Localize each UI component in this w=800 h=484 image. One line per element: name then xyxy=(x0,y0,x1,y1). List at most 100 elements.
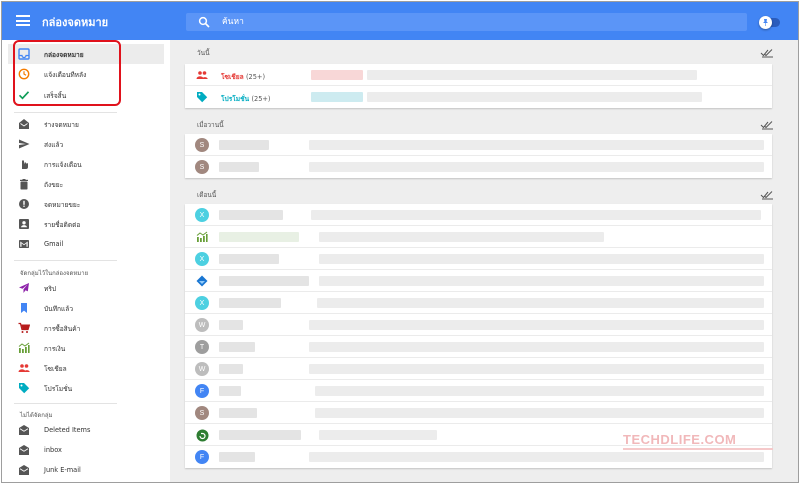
today-card: โซเชียล (25+) โปรโมชั่น (25+) xyxy=(185,64,772,108)
redacted-preview xyxy=(311,210,761,220)
bundle-label: โซเชียล xyxy=(221,73,244,81)
trash-icon xyxy=(18,178,30,190)
nav-item-gmail[interactable]: Gmail xyxy=(8,234,164,254)
nav-item-snoozed[interactable]: แจ้งเตือนทีหลัง xyxy=(8,64,164,84)
redacted-preview xyxy=(309,140,764,150)
sender-avatar: T xyxy=(195,340,209,354)
redacted-preview xyxy=(315,408,764,418)
section-heading-this-month: เดือนนี้ xyxy=(197,191,217,199)
nav-item-trash[interactable]: ถังขยะ xyxy=(8,174,164,194)
inbox-list: วันนี้ โซเชียล (25+) โปรโมชั่น (25+) เมื… xyxy=(170,40,798,482)
mail-row[interactable] xyxy=(185,226,772,248)
redacted-sender xyxy=(219,430,301,440)
mail-row[interactable] xyxy=(185,270,772,292)
redacted-sender xyxy=(311,92,363,102)
nav-item-deleted-items[interactable]: Deleted Items xyxy=(8,420,164,440)
bundles-heading: จัดกลุ่มไว้ในกล่องจดหมาย xyxy=(20,270,89,277)
mail-row[interactable]: S xyxy=(185,402,772,424)
redacted-sender xyxy=(219,408,257,418)
mail-row[interactable]: W xyxy=(185,358,772,380)
nav-item-contacts[interactable]: รายชื่อติดต่อ xyxy=(8,214,164,234)
mail-row[interactable]: X xyxy=(185,248,772,270)
nav-label: การเงิน xyxy=(44,344,66,353)
inbox-app-window: กล่องจดหมาย กล่องจดหมาย แจ้งเ xyxy=(1,1,799,483)
nav-drawer: กล่องจดหมาย แจ้งเตือนทีหลัง เสร็จสิ้น ร่… xyxy=(2,40,170,482)
mail-row[interactable]: X xyxy=(185,204,772,226)
finance-icon xyxy=(18,342,30,354)
divider xyxy=(14,260,117,261)
nav-item-purchases[interactable]: การซื้อสินค้า xyxy=(8,318,164,338)
sweep-done-icon[interactable] xyxy=(760,120,774,130)
redacted-preview xyxy=(309,342,764,352)
diamond-icon xyxy=(195,274,209,288)
nav-item-trips[interactable]: ทริป xyxy=(8,278,164,298)
search-icon xyxy=(198,16,210,28)
redacted-sender xyxy=(219,452,255,462)
nav-item-reminders[interactable]: การแจ้งเตือน xyxy=(8,154,164,174)
sweep-done-icon[interactable] xyxy=(760,190,774,200)
drafts-icon xyxy=(18,118,30,130)
sweep-done-icon[interactable] xyxy=(760,48,774,58)
reminder-icon xyxy=(18,158,30,170)
bundle-count: (25+) xyxy=(245,73,266,81)
finance-icon xyxy=(195,230,209,244)
pin-toggle[interactable] xyxy=(759,16,780,29)
bundle-row-promotions[interactable]: โปรโมชั่น (25+) xyxy=(185,86,772,108)
mail-row[interactable]: S xyxy=(185,156,772,178)
nav-label: ทริป xyxy=(44,284,57,293)
nav-item-done[interactable]: เสร็จสิ้น xyxy=(8,85,164,105)
mail-row[interactable]: W xyxy=(185,314,772,336)
check-icon xyxy=(18,89,30,101)
redacted-preview xyxy=(309,162,764,172)
redacted-preview xyxy=(309,320,764,330)
bundle-name: โปรโมชั่น (25+) xyxy=(221,93,271,104)
sender-avatar: S xyxy=(195,406,209,420)
watermark-underline xyxy=(623,448,773,450)
nav-item-inbox-folder[interactable]: inbox xyxy=(8,440,164,460)
cart-icon xyxy=(18,322,30,334)
redacted-sender xyxy=(219,364,243,374)
mail-row[interactable]: S xyxy=(185,134,772,156)
redacted-sender xyxy=(219,276,309,286)
redacted-preview xyxy=(367,70,697,80)
nav-item-finance[interactable]: การเงิน xyxy=(8,338,164,358)
nav-label: จดหมายขยะ xyxy=(44,200,81,209)
nav-label: inbox xyxy=(44,446,62,454)
redacted-sender xyxy=(219,210,283,220)
bundle-count: (25+) xyxy=(251,95,271,103)
nav-item-drafts[interactable]: ร่างจดหมาย xyxy=(8,114,164,134)
sender-avatar: F xyxy=(195,384,209,398)
bookmark-icon xyxy=(18,302,30,314)
divider xyxy=(14,112,117,113)
spam-icon xyxy=(18,198,30,210)
folder-mail-icon xyxy=(18,444,30,456)
nav-item-spam[interactable]: จดหมายขยะ xyxy=(8,194,164,214)
mail-row[interactable]: X xyxy=(185,292,772,314)
nav-label: โปรโมชั่น xyxy=(44,384,73,393)
nav-label: Junk E-mail xyxy=(44,466,81,474)
this-month-card: X X X W T W F S F xyxy=(185,204,772,468)
mail-row[interactable]: F xyxy=(185,380,772,402)
bundle-row-social[interactable]: โซเชียล (25+) xyxy=(185,64,772,86)
mail-row[interactable]: T xyxy=(185,336,772,358)
redacted-sender xyxy=(219,162,259,172)
nav-label: Gmail xyxy=(44,240,64,248)
contacts-icon xyxy=(18,218,30,230)
nav-item-inbox[interactable]: กล่องจดหมาย xyxy=(8,44,164,64)
nav-item-promos[interactable]: โปรโมชั่น xyxy=(8,378,164,398)
search-input[interactable] xyxy=(222,14,722,30)
nav-item-junk-email[interactable]: Junk E-mail xyxy=(8,460,164,480)
nav-label: กล่องจดหมาย xyxy=(44,50,84,59)
hamburger-menu-icon[interactable] xyxy=(16,15,30,26)
nav-item-social[interactable]: โซเชียล xyxy=(8,358,164,378)
nav-label: ถังขยะ xyxy=(44,180,64,189)
nav-label: บันทึกแล้ว xyxy=(44,304,74,313)
nav-label: การแจ้งเตือน xyxy=(44,160,82,169)
redacted-preview xyxy=(367,92,702,102)
nav-item-sent[interactable]: ส่งแล้ว xyxy=(8,134,164,154)
search-box[interactable] xyxy=(186,13,747,31)
nav-label: ร่างจดหมาย xyxy=(44,120,79,129)
nav-item-saved[interactable]: บันทึกแล้ว xyxy=(8,298,164,318)
yesterday-card: S S xyxy=(185,134,772,178)
people-icon xyxy=(18,362,30,374)
